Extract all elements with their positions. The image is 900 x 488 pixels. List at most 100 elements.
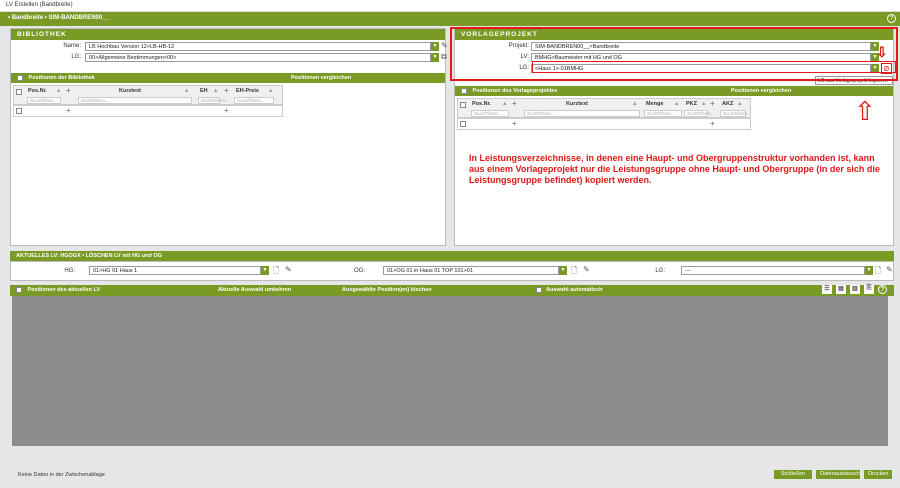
- toolbar-icon-1[interactable]: ☰: [822, 285, 832, 294]
- highlight-lg-row: [532, 61, 896, 73]
- chevron-down-icon[interactable]: ▼: [431, 53, 439, 62]
- hg-label: HG:: [64, 268, 75, 274]
- col-menge[interactable]: Menge: [646, 101, 663, 107]
- new-doc-icon[interactable]: 🗋: [571, 265, 577, 279]
- aktuell-header: AKTUELLES LV: HGOGX • LÖSCHEN LV mit HG …: [10, 251, 894, 261]
- col-kurztext[interactable]: Kurztext: [566, 101, 588, 107]
- sort-icon[interactable]: ▲: [184, 88, 189, 94]
- select-all-checkbox[interactable]: [16, 287, 22, 293]
- footer-bar: Keine Daten in der Zwischenablage Schlie…: [10, 466, 894, 484]
- col-pkz[interactable]: PKZ: [686, 101, 697, 107]
- hg-select[interactable]: 01>HG 01 Haus 1: [89, 266, 261, 275]
- auto-select-label: Auswahl automatisch: [546, 287, 603, 293]
- filter-posnr[interactable]: Such/Filtern...: [27, 97, 61, 104]
- expand-icon[interactable]: +: [224, 86, 229, 95]
- col-posnr[interactable]: Pos.Nr.: [472, 101, 491, 107]
- new-doc-icon[interactable]: 🗋: [273, 265, 279, 279]
- edit-icon[interactable]: ✎: [441, 41, 448, 50]
- col-kurztext[interactable]: Kurztext: [119, 88, 141, 94]
- positions-label: Positionen der Bibliothek: [28, 75, 95, 82]
- sort-icon[interactable]: ▲: [632, 101, 637, 107]
- col-eh-preis[interactable]: EH-Preis: [236, 88, 259, 94]
- row-checkbox[interactable]: [460, 121, 466, 127]
- compare-link[interactable]: Positionen vergleichen: [291, 75, 351, 81]
- compare-link[interactable]: Positionen vergleichen: [731, 88, 791, 94]
- row-checkbox[interactable]: [16, 89, 22, 95]
- row-checkbox[interactable]: [460, 102, 466, 108]
- expand-icon[interactable]: +: [224, 106, 229, 115]
- og-select[interactable]: 01>OG 01 in Haus 01 TOP 101>01: [383, 266, 559, 275]
- row-checkbox[interactable]: [16, 108, 22, 114]
- edit-icon[interactable]: ✎: [886, 265, 893, 274]
- select-all-checkbox[interactable]: [461, 88, 467, 94]
- expand-icon[interactable]: +: [66, 86, 71, 95]
- lg-select[interactable]: ---: [681, 266, 865, 275]
- delete-selected-link[interactable]: Ausgewählte Position(en) löschen: [342, 287, 432, 293]
- close-button[interactable]: Schließen: [774, 470, 812, 479]
- help-icon[interactable]: ?: [878, 285, 887, 294]
- filter-pkz[interactable]: Such/Filtern...: [684, 110, 715, 117]
- chevron-down-icon[interactable]: ▼: [261, 266, 269, 275]
- aktuell-positions-area: [12, 296, 888, 446]
- expand-icon[interactable]: +: [66, 106, 71, 115]
- toolbar-icon-2[interactable]: ▤: [836, 285, 846, 294]
- toolbar-icon-4[interactable]: ⎘: [864, 285, 874, 294]
- invert-selection-link[interactable]: Aktuelle Auswahl umkehren: [218, 287, 291, 293]
- filter-eh-preis[interactable]: Such/Filtern...: [234, 97, 274, 104]
- annotation-text: In Leistungsverzeichnisse, in denen eine…: [469, 153, 880, 185]
- sort-icon[interactable]: ▲: [502, 101, 507, 107]
- edit-icon[interactable]: ✎: [285, 265, 292, 274]
- clipboard-status: Keine Daten in der Zwischenablage: [18, 472, 105, 478]
- name-label: Name:: [63, 43, 81, 49]
- edit-icon[interactable]: ✎: [583, 265, 590, 274]
- lg-label: LG:: [71, 54, 81, 60]
- name-select[interactable]: LB Hochbau Version 12>LB-HB-12: [85, 42, 431, 51]
- sort-icon[interactable]: ▲: [268, 88, 273, 94]
- bibliothek-empty-row: + +: [13, 105, 283, 117]
- sort-icon[interactable]: ▲: [213, 88, 218, 94]
- chevron-down-icon[interactable]: ▼: [559, 266, 567, 275]
- chevron-down-icon[interactable]: ▼: [431, 42, 439, 51]
- col-akz[interactable]: AKZ: [722, 101, 733, 107]
- auto-select-checkbox[interactable]: [536, 287, 542, 293]
- sort-icon[interactable]: ▲: [674, 101, 679, 107]
- bibliothek-grid-header: Pos.Nr. ▲ + Kurztext ▲ EH ▲ + EH-Preis ▲…: [13, 85, 283, 105]
- expand-icon[interactable]: +: [710, 99, 715, 108]
- aktuell-positions-bar: Positionen des aktuellen LV Aktuelle Aus…: [10, 285, 894, 296]
- bibliothek-header: BIBLIOTHEK: [11, 29, 445, 40]
- col-eh[interactable]: EH: [200, 88, 208, 94]
- sort-icon[interactable]: ▲: [56, 88, 61, 94]
- bibliothek-panel: BIBLIOTHEK Name: LB Hochbau Version 12>L…: [10, 28, 448, 246]
- chevron-down-icon[interactable]: ▼: [865, 266, 873, 275]
- copy-icon[interactable]: ⧉: [441, 52, 447, 62]
- filter-posnr[interactable]: Such/Filtern...: [471, 110, 509, 117]
- window-title: LV Erstellen (Bandbreite): [0, 0, 900, 12]
- filter-menge[interactable]: Such/Filtern...: [644, 110, 682, 117]
- bibliothek-positions-bar: Positionen der Bibliothek Positionen ver…: [11, 73, 445, 83]
- new-doc-icon[interactable]: 🗋: [875, 265, 881, 279]
- positions-label: Positionen des aktuellen LV: [27, 287, 101, 294]
- data-exchange-button[interactable]: Datenaustausch: [816, 470, 860, 479]
- breadcrumb: • Bandbreite • SIM-BANDBREN00__: [0, 12, 900, 26]
- filter-kurztext[interactable]: Such/Filtern...: [78, 97, 192, 104]
- vorlage-positions-bar: Positionen des Vorlageprojektes Position…: [455, 86, 893, 96]
- filter-akz[interactable]: Such/Filtern...: [720, 110, 751, 117]
- lg-select[interactable]: 00>Allgemeine Bestimmungen>00>: [85, 53, 431, 62]
- toolbar-icon-3[interactable]: ▥: [850, 285, 860, 294]
- sort-icon[interactable]: ▲: [737, 101, 742, 107]
- og-label: OG:: [353, 268, 365, 274]
- down-arrow-icon: ⇩: [876, 44, 888, 60]
- print-button[interactable]: Drucken: [864, 470, 892, 479]
- select-all-checkbox[interactable]: [17, 75, 23, 81]
- expand-icon[interactable]: +: [512, 99, 517, 108]
- sort-icon[interactable]: ▲: [701, 101, 706, 107]
- filter-kurztext[interactable]: Such/Filtern...: [524, 110, 640, 117]
- positions-label: Positionen des Vorlageprojektes: [472, 88, 558, 95]
- expand-icon[interactable]: +: [512, 119, 517, 128]
- col-posnr[interactable]: Pos.Nr.: [28, 88, 47, 94]
- aktuell-selectors: HG: 01>HG 01 Haus 1 ▼ 🗋 ✎ OG: 01>OG 01 i…: [10, 261, 894, 281]
- filter-eh[interactable]: Such/Filtern...: [198, 97, 229, 104]
- expand-icon[interactable]: +: [710, 119, 715, 128]
- help-icon[interactable]: ?: [887, 14, 896, 23]
- up-arrow-icon: ⇧: [854, 96, 876, 126]
